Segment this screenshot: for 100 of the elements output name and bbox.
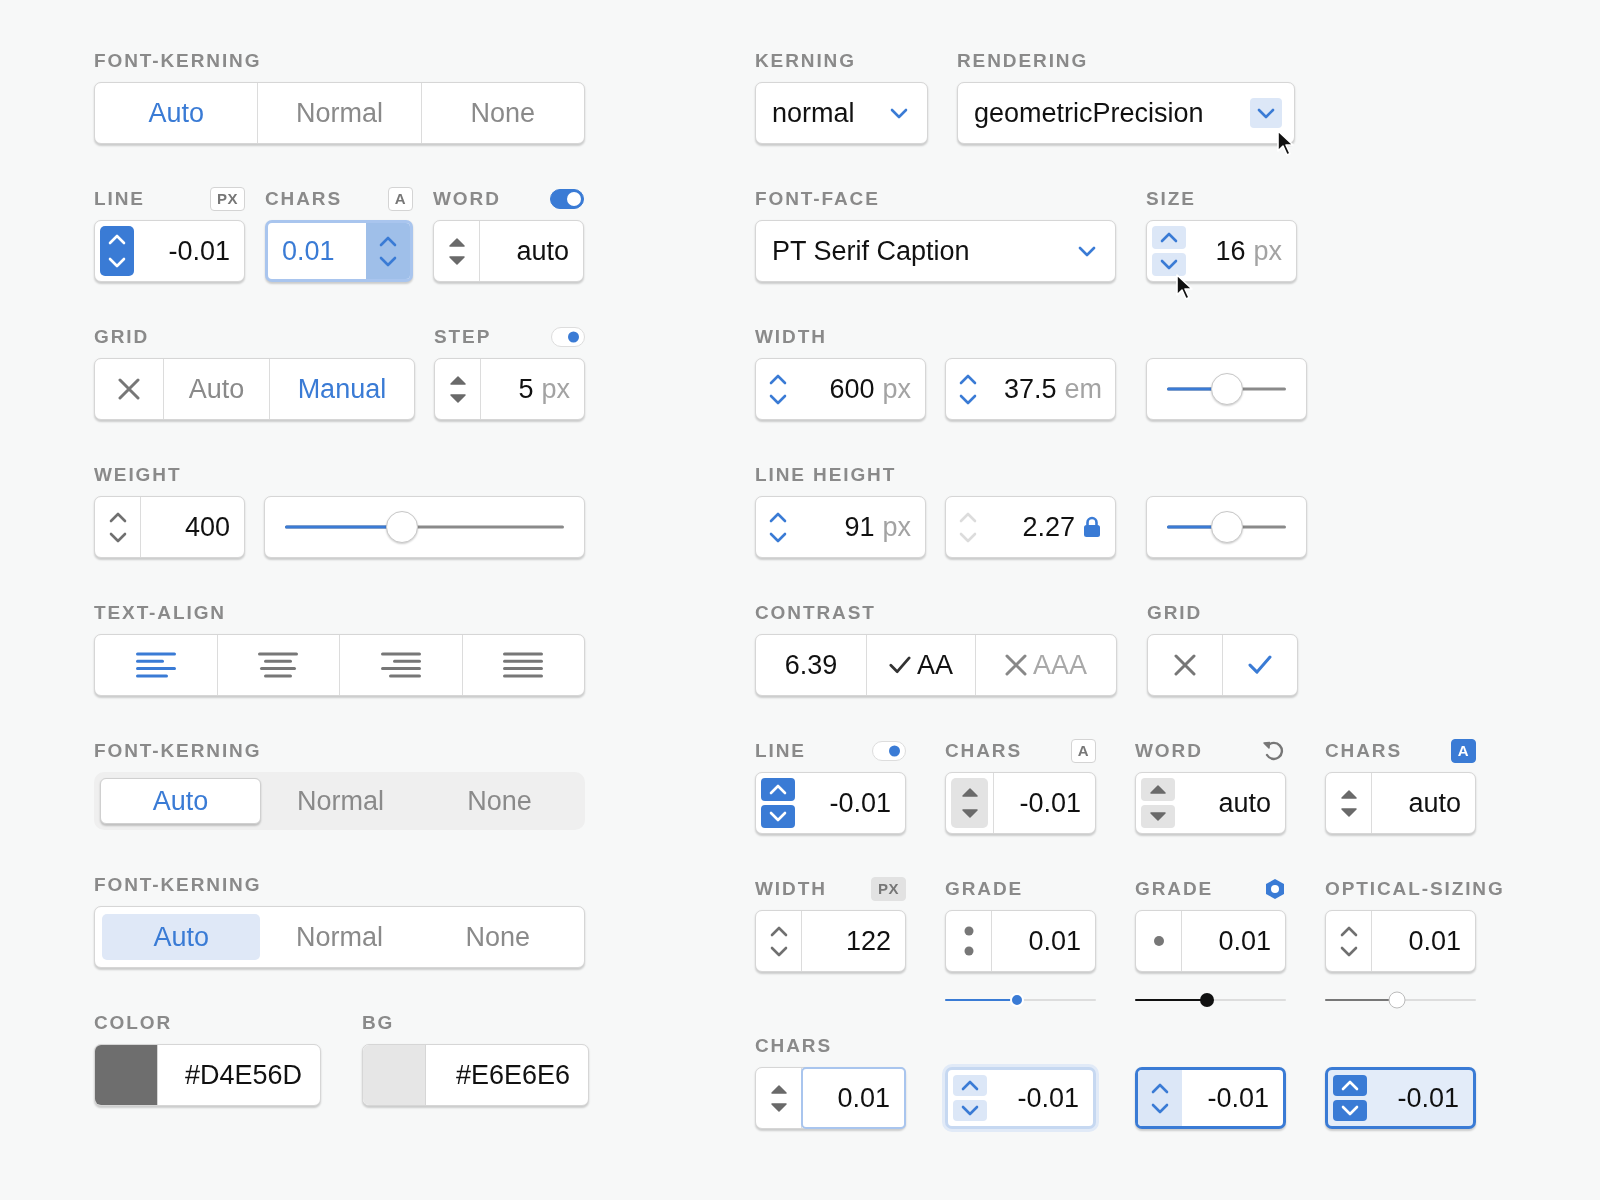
- toggle-switch[interactable]: [550, 189, 584, 209]
- step-up-button[interactable]: [1152, 226, 1186, 249]
- two-dots-icon[interactable]: [962, 926, 975, 956]
- dot-icon[interactable]: [1152, 935, 1165, 947]
- slider-thumb[interactable]: [1210, 511, 1243, 543]
- color-swatch[interactable]: [95, 1045, 158, 1105]
- segment-button[interactable]: Auto: [100, 778, 261, 824]
- unit-badge[interactable]: A: [1450, 739, 1476, 763]
- field-label: CONTRAST: [755, 602, 876, 624]
- number-field[interactable]: -0.01: [1325, 1067, 1476, 1129]
- cursor-icon: [1175, 273, 1195, 301]
- number-field[interactable]: 37.5 em: [945, 358, 1116, 420]
- check-icon: [889, 656, 911, 674]
- value-text: 0.01: [1028, 925, 1081, 957]
- number-field[interactable]: 0.01: [1135, 910, 1286, 972]
- step-up-button[interactable]: [1333, 1075, 1367, 1096]
- slider-track[interactable]: [285, 511, 564, 543]
- close-icon: [1005, 654, 1027, 676]
- unit-badge[interactable]: PX: [210, 187, 245, 211]
- stepper[interactable]: [1138, 1070, 1182, 1126]
- step-down-button[interactable]: [1333, 1100, 1367, 1121]
- field-label: GRID: [1147, 602, 1203, 624]
- color-swatch[interactable]: [363, 1045, 426, 1105]
- value-text: -0.01: [1019, 787, 1081, 819]
- step-up-button[interactable]: [1141, 778, 1175, 801]
- number-field[interactable]: -0.01: [755, 772, 906, 834]
- align-center-icon: [258, 652, 299, 678]
- select-value: normal: [772, 97, 856, 129]
- unit-badge[interactable]: A: [1070, 739, 1096, 763]
- unit-text: px: [1253, 235, 1282, 267]
- value-text: 0.01: [837, 1082, 890, 1114]
- number-field[interactable]: 122: [755, 910, 906, 972]
- step-up-button[interactable]: [953, 1075, 987, 1096]
- dropdown-button[interactable]: [1250, 98, 1282, 128]
- hex-value-text: #D4E56D: [183, 1058, 303, 1092]
- stepper[interactable]: [100, 226, 134, 276]
- slider-thumb[interactable]: [1388, 991, 1406, 1009]
- number-field[interactable]: 91 px: [755, 496, 926, 558]
- field-label: FONT-KERNING: [94, 50, 262, 72]
- align-justify-icon: [503, 652, 544, 678]
- field-label: BG: [362, 1012, 395, 1034]
- chevron-up-icon: [108, 234, 126, 245]
- select-dropdown[interactable]: PT Serif Caption: [755, 220, 1116, 282]
- field-label: CHARS: [755, 1035, 833, 1057]
- number-field[interactable]: auto: [1325, 772, 1476, 834]
- color-field[interactable]: #E6E6E6: [362, 1044, 589, 1106]
- chevron-up-icon: [959, 373, 977, 385]
- slider-track[interactable]: [1167, 511, 1286, 543]
- segment-button[interactable]: Auto: [95, 83, 258, 143]
- chevron-up-icon: [769, 373, 787, 385]
- number-field[interactable]: 600 px: [755, 358, 926, 420]
- chevron-up-icon: [769, 925, 788, 937]
- step-up-button[interactable]: [761, 778, 795, 801]
- select-value: PT Serif Caption: [772, 235, 971, 267]
- field-label: CHARS: [1325, 740, 1403, 762]
- number-field[interactable]: 0.01: [945, 910, 1096, 972]
- slider-thumb[interactable]: [386, 511, 419, 543]
- number-field[interactable]: auto: [1135, 772, 1286, 834]
- select-value: geometricPrecision: [974, 97, 1205, 129]
- slider-track[interactable]: [945, 991, 1096, 1009]
- step-down-button[interactable]: [1152, 253, 1186, 276]
- slider-thumb[interactable]: [1210, 373, 1243, 405]
- slider-track[interactable]: [1167, 373, 1286, 405]
- number-field[interactable]: 5 px: [434, 358, 585, 420]
- number-field[interactable]: -0.01: [945, 1067, 1096, 1129]
- chevron-down-icon: [769, 531, 787, 543]
- number-field[interactable]: -0.01: [1135, 1067, 1286, 1129]
- field-label: LINE: [94, 188, 145, 210]
- step-down-button[interactable]: [761, 805, 795, 828]
- number-field[interactable]: auto: [433, 220, 584, 282]
- stepper[interactable]: [951, 778, 988, 828]
- number-field[interactable]: 0.01: [265, 220, 413, 282]
- chevron-down-icon: [1341, 1105, 1359, 1116]
- step-down-button[interactable]: [1141, 805, 1175, 828]
- triangle-up-icon: [770, 1084, 787, 1094]
- select-dropdown[interactable]: normal: [755, 82, 928, 144]
- color-field[interactable]: #D4E56D: [94, 1044, 321, 1106]
- number-field[interactable]: 0.01: [1325, 910, 1476, 972]
- triangle-down-icon: [1150, 812, 1166, 821]
- field-label: TEXT-ALIGN: [94, 602, 226, 624]
- chevron-up-icon: [769, 784, 787, 795]
- number-field[interactable]: -0.01: [94, 220, 245, 282]
- value-text: 37.5: [1004, 373, 1057, 405]
- segment-button[interactable]: Manual: [268, 359, 414, 419]
- stepper[interactable]: [366, 223, 410, 279]
- slider-thumb[interactable]: [1200, 993, 1215, 1007]
- value-text: auto: [516, 235, 569, 267]
- hexagon-icon[interactable]: [1264, 878, 1286, 900]
- chevron-down-icon: [1078, 245, 1096, 257]
- unit-text: px: [882, 373, 911, 405]
- slider-track[interactable]: [1135, 991, 1286, 1009]
- step-down-button[interactable]: [953, 1100, 987, 1121]
- triangle-up-icon: [448, 237, 465, 247]
- reset-icon[interactable]: [1262, 740, 1286, 762]
- number-field[interactable]: -0.01: [945, 772, 1096, 834]
- slider-track[interactable]: [1325, 991, 1476, 1009]
- unit-badge[interactable]: A: [387, 187, 413, 211]
- number-field[interactable]: 2.27: [945, 496, 1116, 558]
- number-field[interactable]: 400: [94, 496, 245, 558]
- number-field[interactable]: 0.01: [755, 1067, 906, 1129]
